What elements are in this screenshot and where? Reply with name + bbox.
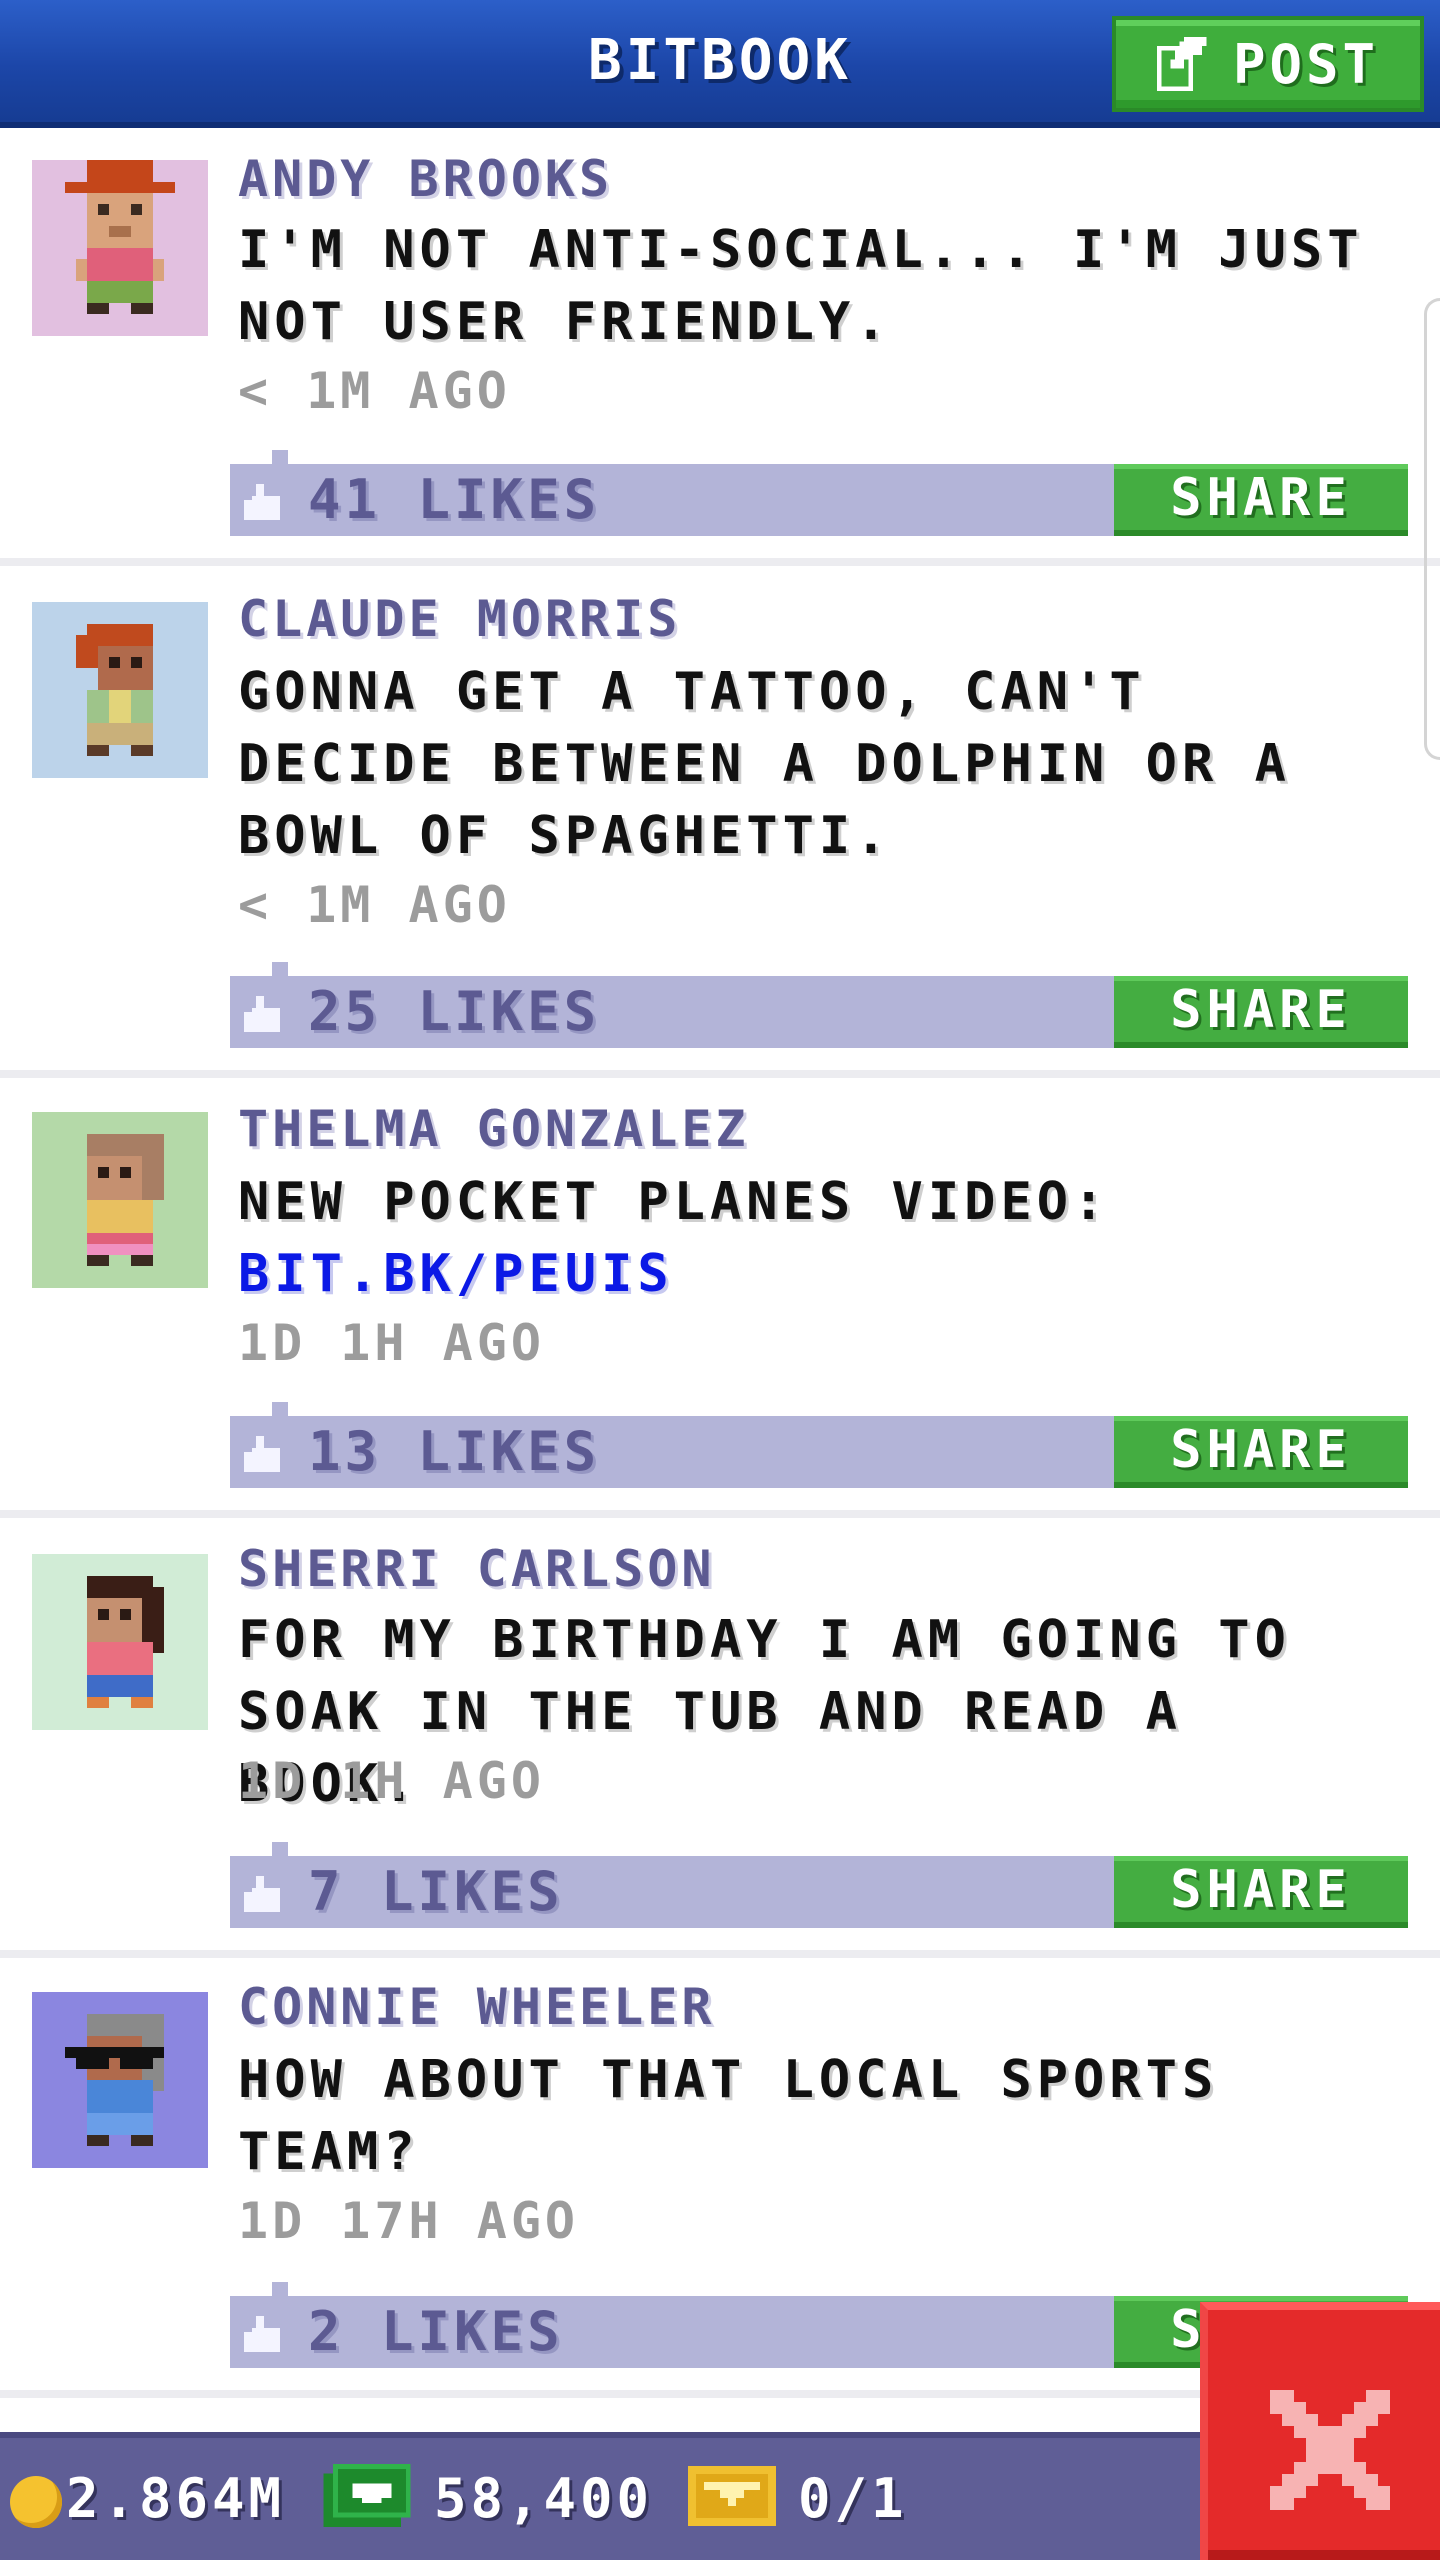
- post-text-body: NEW POCKET PLANES VIDEO:: [238, 1172, 1110, 1232]
- post-time: < 1M AGO: [238, 876, 511, 934]
- coin-icon: [10, 2476, 62, 2528]
- share-button[interactable]: SHARE: [1114, 464, 1408, 536]
- scroll-indicator[interactable]: [1424, 298, 1440, 760]
- avatar[interactable]: [32, 1992, 208, 2168]
- thumbs-up-icon[interactable]: [244, 1876, 284, 1912]
- post-text: NEW POCKET PLANES VIDEO: BIT.BK/PEUIS: [238, 1166, 1398, 1310]
- like-count: 2 LIKES: [308, 2300, 564, 2363]
- compose-icon: [1156, 37, 1207, 91]
- close-button[interactable]: [1200, 2302, 1440, 2560]
- like-count: 25 LIKES: [308, 980, 601, 1043]
- like-count: 41 LIKES: [308, 468, 601, 531]
- post-button-label: POST: [1232, 32, 1380, 96]
- post-text: I'M NOT ANTI-SOCIAL... I'M JUST NOT USER…: [238, 220, 1364, 352]
- avatar[interactable]: [32, 602, 208, 778]
- avatar-image: [32, 1992, 208, 2168]
- like-bar-tab: [272, 2282, 288, 2296]
- like-bar-tab: [272, 450, 288, 464]
- share-button[interactable]: SHARE: [1114, 1856, 1408, 1928]
- post-time: < 1M AGO: [238, 362, 511, 420]
- post-button[interactable]: POST: [1112, 16, 1424, 112]
- post-time: 1D 17H AGO: [238, 2192, 580, 2250]
- like-count: 7 LIKES: [308, 1860, 564, 1923]
- ticket-icon: [688, 2466, 776, 2526]
- post-text: GONNA GET A TATTOO, CAN'T DECIDE BETWEEN…: [238, 662, 1291, 866]
- share-button[interactable]: SHARE: [1114, 1416, 1408, 1488]
- share-button[interactable]: SHARE: [1114, 976, 1408, 1048]
- like-bar-tab: [272, 962, 288, 976]
- post-item: CLAUDE MORRIS GONNA GET A TATTOO, CAN'T …: [0, 566, 1440, 1078]
- post-author[interactable]: CLAUDE MORRIS: [238, 590, 681, 648]
- post-author[interactable]: CONNIE WHEELER: [238, 1978, 715, 2036]
- avatar-image: [32, 1554, 208, 1730]
- avatar-image: [32, 1112, 208, 1288]
- like-bar: 13 LIKES SHARE: [230, 1402, 1408, 1488]
- thumbs-up-icon[interactable]: [244, 2316, 284, 2352]
- post-item: SHERRI CARLSON FOR MY BIRTHDAY I AM GOIN…: [0, 1518, 1440, 1958]
- coins-count: 2.864M: [66, 2467, 286, 2530]
- avatar[interactable]: [32, 1554, 208, 1730]
- post-text: HOW ABOUT THAT LOCAL SPORTS TEAM?: [238, 2050, 1219, 2182]
- post-item: ANDY BROOKS I'M NOT ANTI-SOCIAL... I'M J…: [0, 128, 1440, 566]
- like-bar: 25 LIKES SHARE: [230, 962, 1408, 1048]
- bux-count: 58,400: [434, 2467, 654, 2530]
- close-icon: [1270, 2390, 1390, 2510]
- like-bar: 41 LIKES SHARE: [230, 450, 1408, 536]
- cash-icon: [323, 2464, 411, 2528]
- thumbs-up-icon[interactable]: [244, 996, 284, 1032]
- post-time: 1D 1H AGO: [238, 1752, 545, 1810]
- post-author[interactable]: THELMA GONZALEZ: [238, 1100, 750, 1158]
- post-time: 1D 1H AGO: [238, 1314, 545, 1372]
- app-header: BITBOOK POST: [0, 0, 1440, 128]
- thumbs-up-icon[interactable]: [244, 484, 284, 520]
- like-bar: 7 LIKES SHARE: [230, 1842, 1408, 1928]
- post-link[interactable]: BIT.BK/PEUIS: [238, 1244, 674, 1304]
- like-bar-tab: [272, 1402, 288, 1416]
- post-author[interactable]: SHERRI CARLSON: [238, 1540, 715, 1598]
- avatar[interactable]: [32, 1112, 208, 1288]
- avatar-image: [32, 602, 208, 778]
- thumbs-up-icon[interactable]: [244, 1436, 284, 1472]
- post-author[interactable]: ANDY BROOKS: [238, 150, 613, 208]
- avatar[interactable]: [32, 160, 208, 336]
- post-item: THELMA GONZALEZ NEW POCKET PLANES VIDEO:…: [0, 1078, 1440, 1518]
- avatar-image: [32, 160, 208, 336]
- like-count: 13 LIKES: [308, 1420, 601, 1483]
- like-bar-tab: [272, 1842, 288, 1856]
- tickets-count: 0/1: [798, 2467, 908, 2530]
